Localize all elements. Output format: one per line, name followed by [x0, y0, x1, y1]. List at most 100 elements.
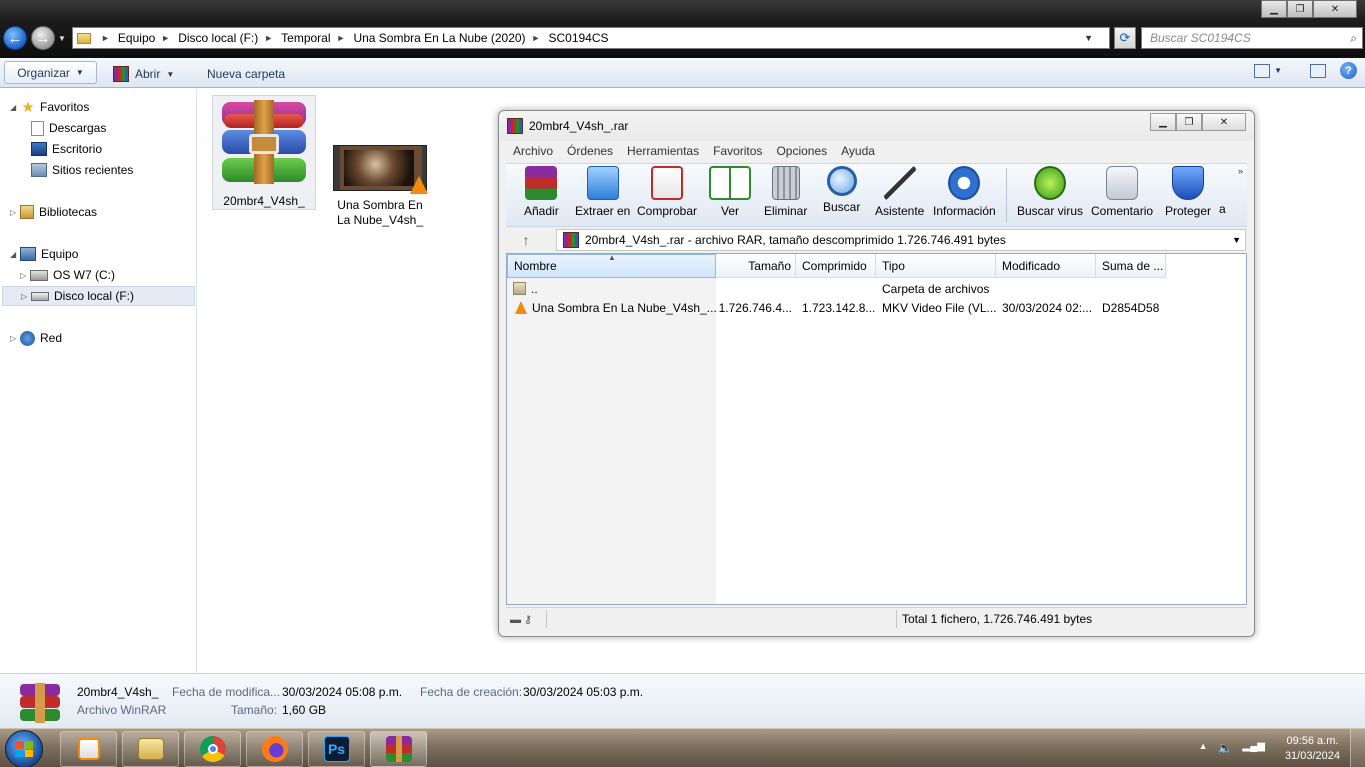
cell-modified: 30/03/2024 02:...	[1002, 300, 1093, 315]
address-dropdown-icon[interactable]: ▼	[1084, 33, 1093, 43]
nav-libraries[interactable]: ▷ Bibliotecas	[10, 202, 97, 222]
winrar-icon	[507, 118, 523, 134]
delete-button[interactable]: Eliminar	[764, 166, 807, 222]
taskbar-winrar[interactable]	[370, 731, 427, 767]
info-button[interactable]: Información	[933, 166, 996, 222]
nav-drive-c[interactable]: ▷ OS W7 (C:)	[20, 265, 115, 285]
nav-favorites[interactable]: ◢ ★ Favoritos	[10, 97, 89, 117]
back-button[interactable]: ←	[3, 26, 27, 50]
computer-icon	[20, 247, 36, 261]
taskbar-vlc[interactable]	[60, 731, 117, 767]
column-name[interactable]: Nombre ▲	[507, 254, 716, 278]
list-header: Nombre ▲ Tamaño Comprimido Tipo Modifica…	[507, 254, 1166, 278]
column-size[interactable]: Tamaño	[716, 254, 796, 278]
nav-downloads[interactable]: Descargas	[31, 118, 106, 138]
protect-button[interactable]: Proteger	[1165, 166, 1211, 222]
column-type[interactable]: Tipo	[876, 254, 996, 278]
find-button[interactable]: Buscar	[823, 166, 860, 222]
expand-arrow-icon[interactable]: ◢	[10, 250, 20, 259]
column-crc[interactable]: Suma de ...	[1096, 254, 1166, 278]
menu-opciones[interactable]: Opciones	[776, 144, 827, 158]
help-icon[interactable]: ?	[1340, 62, 1357, 79]
refresh-button[interactable]: ⟳	[1114, 27, 1136, 49]
breadcrumb[interactable]: Equipo ►	[118, 31, 178, 45]
taskbar-photoshop[interactable]: Ps	[308, 731, 365, 767]
table-row[interactable]: .. Carpeta de archivos	[507, 279, 1166, 298]
minimize-button[interactable]: ▁	[1261, 0, 1287, 18]
column-packed[interactable]: Comprimido	[796, 254, 876, 278]
detail-file-name: 20mbr4_V4sh_	[77, 685, 159, 699]
forward-button[interactable]: →	[31, 26, 55, 50]
taskbar-firefox[interactable]	[246, 731, 303, 767]
close-button[interactable]: ✕	[1313, 0, 1357, 18]
breadcrumb[interactable]: SC0194CS	[548, 31, 608, 45]
downloads-icon	[31, 120, 44, 136]
view-button[interactable]: Ver	[709, 166, 751, 222]
breadcrumb[interactable]: Una Sombra En La Nube (2020) ►	[353, 31, 548, 45]
add-archive-icon	[525, 166, 558, 200]
comment-button[interactable]: Comentario	[1091, 166, 1153, 222]
open-button[interactable]: Abrir ▼	[113, 64, 174, 84]
organize-button[interactable]: Organizar ▼	[4, 61, 97, 84]
taskbar-explorer[interactable]	[122, 731, 179, 767]
maximize-button[interactable]: ❐	[1287, 0, 1313, 18]
file-item-video[interactable]: Una Sombra En La Nube_V4sh_	[328, 95, 432, 227]
nav-recent[interactable]: Sitios recientes	[31, 160, 133, 180]
volume-icon[interactable]: 🔈	[1218, 741, 1233, 755]
file-item-archive[interactable]: 20mbr4_V4sh_	[212, 95, 316, 210]
restore-button[interactable]: ❐	[1176, 113, 1202, 131]
system-drive-icon	[30, 269, 48, 281]
minimize-button[interactable]: ▁	[1150, 113, 1176, 131]
test-button[interactable]: Comprobar	[637, 166, 697, 222]
preview-pane-icon[interactable]	[1310, 63, 1326, 78]
expand-arrow-icon[interactable]: ◢	[10, 103, 20, 112]
expand-arrow-icon[interactable]: ▷	[10, 208, 20, 217]
expand-arrow-icon[interactable]: ▷	[20, 271, 30, 280]
new-folder-button[interactable]: Nueva carpeta	[207, 64, 285, 84]
nav-computer[interactable]: ◢ Equipo	[10, 244, 78, 264]
nav-desktop[interactable]: Escritorio	[31, 139, 102, 159]
clock[interactable]: 09:56 a.m. 31/03/2024	[1285, 734, 1340, 764]
taskbar: Ps ▲ 🔈 ▂▄▆ 09:56 a.m. 31/03/2024	[0, 728, 1365, 767]
address-bar[interactable]: ► Equipo ► Disco local (F:) ► Temporal ► Un…	[72, 27, 1110, 49]
expand-arrow-icon[interactable]: ▷	[10, 334, 20, 343]
show-hidden-icons-icon[interactable]: ▲	[1199, 741, 1208, 755]
toolbar-overflow-icon[interactable]: »	[1238, 166, 1243, 176]
menu-archivo[interactable]: Archivo	[513, 144, 553, 158]
nav-network[interactable]: ▷ Red	[10, 328, 62, 348]
path-dropdown[interactable]: 20mbr4_V4sh_.rar - archivo RAR, tamaño d…	[556, 229, 1246, 251]
cell-name: Una Sombra En La Nube_V4sh_....	[507, 298, 716, 317]
start-button[interactable]	[5, 730, 43, 767]
network-signal-icon[interactable]: ▂▄▆	[1243, 741, 1265, 755]
show-desktop-button[interactable]	[1350, 729, 1365, 767]
table-row[interactable]: Una Sombra En La Nube_V4sh_.... 1.726.74…	[507, 298, 1166, 317]
cell-packed: 1.723.142.8...	[802, 300, 876, 315]
menu-ayuda[interactable]: Ayuda	[841, 144, 875, 158]
menu-herramientas[interactable]: Herramientas	[627, 144, 699, 158]
sort-ascending-icon: ▲	[608, 253, 616, 262]
nav-drive-f[interactable]: ▷ Disco local (F:)	[2, 286, 195, 306]
chevron-down-icon[interactable]: ▼	[1232, 235, 1241, 245]
status-divider	[546, 610, 547, 628]
winrar-titlebar: 20mbr4_V4sh_.rar ▁ ❐ ✕	[499, 111, 1254, 141]
change-view-icon[interactable]	[1254, 63, 1271, 78]
taskbar-chrome[interactable]	[184, 731, 241, 767]
cell-type: Carpeta de archivos	[882, 281, 990, 296]
chevron-right-icon: ►	[101, 33, 110, 43]
add-button[interactable]: Añadir	[524, 166, 559, 222]
wizard-button[interactable]: Asistente	[875, 166, 924, 222]
up-folder-icon[interactable]: ↑	[506, 232, 546, 248]
close-button[interactable]: ✕	[1202, 113, 1246, 131]
chevron-down-icon[interactable]: ▼	[1274, 66, 1282, 75]
expand-arrow-icon[interactable]: ▷	[21, 292, 31, 301]
menu-favoritos[interactable]: Favoritos	[713, 144, 762, 158]
menu-ordenes[interactable]: Órdenes	[567, 144, 613, 158]
recent-pages-dropdown[interactable]: ▼	[58, 34, 66, 43]
cell-crc	[1096, 279, 1166, 298]
breadcrumb[interactable]: Temporal ►	[281, 31, 353, 45]
search-input[interactable]: Buscar SC0194CS ⌕	[1141, 27, 1363, 49]
column-modified[interactable]: Modificado	[996, 254, 1096, 278]
breadcrumb[interactable]: Disco local (F:) ►	[178, 31, 281, 45]
virus-scan-button[interactable]: Buscar virus	[1017, 166, 1083, 222]
extract-to-button[interactable]: Extraer en	[575, 166, 630, 222]
